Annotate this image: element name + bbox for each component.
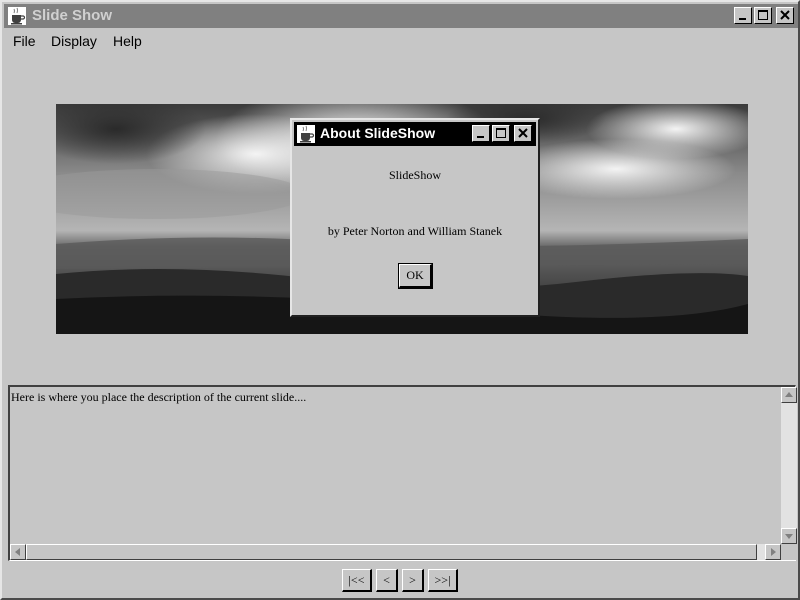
close-button[interactable] xyxy=(776,7,794,24)
horizontal-scrollbar[interactable] xyxy=(10,544,781,560)
minimize-icon xyxy=(739,18,746,20)
maximize-icon xyxy=(758,10,768,20)
slide-description-textarea[interactable]: Here is where you place the description … xyxy=(11,390,306,405)
menu-display[interactable]: Display xyxy=(51,33,97,49)
first-slide-button[interactable]: |<< xyxy=(342,569,372,592)
arrow-right-icon xyxy=(771,548,776,556)
next-slide-button[interactable]: > xyxy=(402,569,424,592)
scrollbar-corner xyxy=(781,544,797,560)
last-slide-button[interactable]: >>| xyxy=(428,569,458,592)
java-coffee-cup-icon[interactable] xyxy=(297,125,315,143)
ok-button[interactable]: OK xyxy=(398,263,433,289)
arrow-down-icon xyxy=(785,534,793,539)
scroll-right-button[interactable] xyxy=(765,544,781,560)
maximize-button[interactable] xyxy=(754,7,772,24)
close-icon xyxy=(518,128,528,138)
dialog-app-name: SlideShow xyxy=(388,168,441,182)
scroll-left-button[interactable] xyxy=(10,544,26,560)
arrow-up-icon xyxy=(785,392,793,397)
dialog-minimize-button[interactable] xyxy=(472,125,490,142)
close-icon xyxy=(780,10,790,20)
scroll-down-button[interactable] xyxy=(781,528,797,544)
minimize-button[interactable] xyxy=(734,7,752,24)
arrow-left-icon xyxy=(15,548,20,556)
title-bar[interactable]: Slide Show xyxy=(4,4,798,28)
window-title: Slide Show xyxy=(32,7,113,24)
menu-file[interactable]: File xyxy=(13,33,36,49)
minimize-icon xyxy=(477,136,484,138)
maximize-icon xyxy=(496,128,506,138)
description-panel: Here is where you place the description … xyxy=(8,385,797,561)
slide-show-window: Slide Show File Display Help Here is whe… xyxy=(0,0,800,600)
vertical-scrollbar[interactable] xyxy=(781,387,797,544)
dialog-authors: by Peter Norton and William Stanek xyxy=(327,224,503,238)
menu-help[interactable]: Help xyxy=(113,33,142,49)
about-dialog: About SlideShow SlideShow by Peter Norto… xyxy=(290,118,540,317)
dialog-title-bar[interactable]: About SlideShow xyxy=(294,122,536,146)
horizontal-scroll-thumb[interactable] xyxy=(26,544,757,560)
dialog-close-button[interactable] xyxy=(514,125,532,142)
java-coffee-cup-icon[interactable] xyxy=(8,7,26,25)
dialog-maximize-button[interactable] xyxy=(492,125,510,142)
previous-slide-button[interactable]: < xyxy=(376,569,398,592)
dialog-title: About SlideShow xyxy=(320,125,436,141)
menu-bar: File Display Help xyxy=(4,29,798,53)
scroll-up-button[interactable] xyxy=(781,387,797,403)
